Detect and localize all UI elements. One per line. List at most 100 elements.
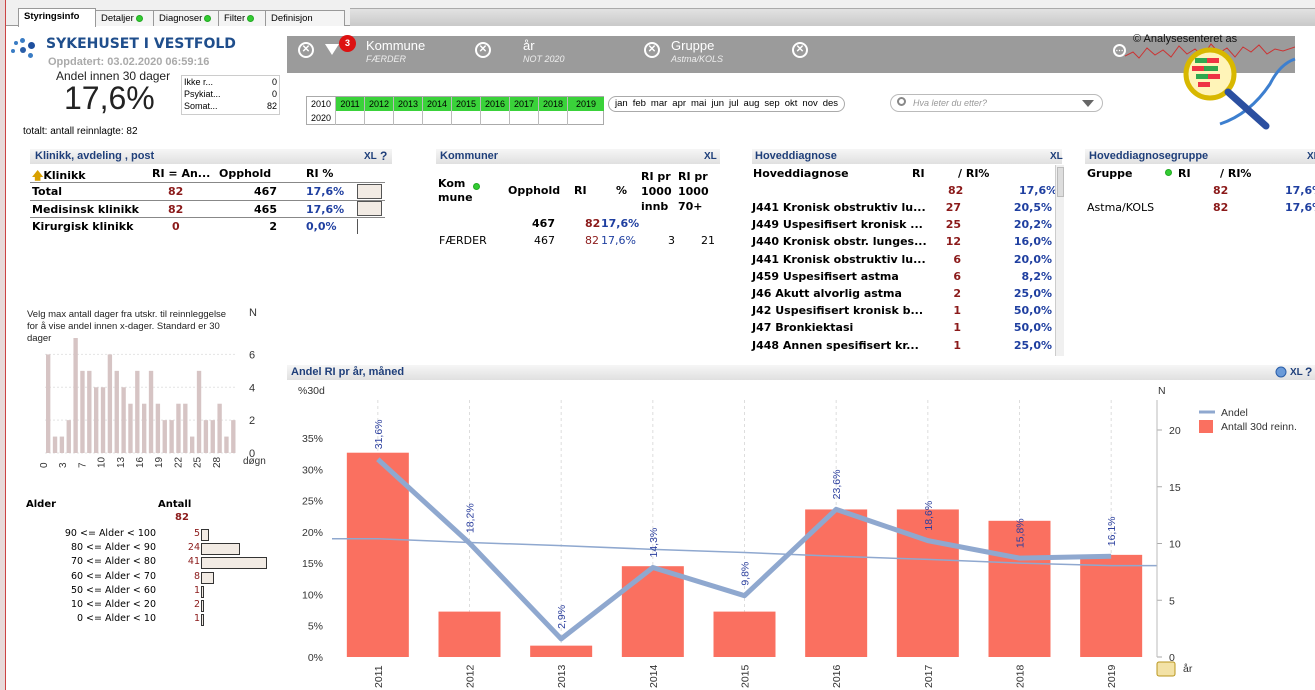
chart-export-xl[interactable]: XL <box>1290 367 1303 378</box>
clear-kommune-icon[interactable]: ✕ <box>475 42 491 58</box>
refresh-icon[interactable] <box>1275 366 1288 379</box>
kommuner-export-xl[interactable]: XL <box>704 151 717 162</box>
year-2012[interactable]: 2012 <box>365 97 394 111</box>
hoveddiagnose-row-name[interactable]: J441 Kronisk obstruktiv lu... <box>752 253 926 266</box>
kommuner-col-pr1000-70[interactable]: RI pr 1000 70+ <box>678 169 712 214</box>
kommuner-col-ri[interactable]: RI <box>574 184 587 197</box>
days-histogram[interactable]: N døgn 6420 0 3 7 10 13 16 19 22 25 28 <box>25 300 275 475</box>
year-2011[interactable]: 2011 <box>336 97 365 111</box>
year-2017[interactable]: 2017 <box>510 97 539 111</box>
kommuner-col-kommune[interactable]: Kom mune <box>438 177 473 205</box>
hoveddiagnose-row-name[interactable]: J46 Akutt alvorlig astma <box>752 287 902 300</box>
klinikk-export-xl[interactable]: XL <box>364 151 377 162</box>
klinikk-row-name[interactable]: Medisinsk klinikk <box>32 203 139 216</box>
month-sep[interactable]: sep <box>764 98 779 109</box>
hoveddiagnose-row-name[interactable]: J42 Uspesifisert kronisk b... <box>752 304 923 317</box>
histogram-bar[interactable] <box>142 403 147 453</box>
bar-antall-reinn[interactable] <box>346 452 409 657</box>
clear-ar-icon[interactable]: ✕ <box>644 42 660 58</box>
month-jun[interactable]: jun <box>711 98 724 109</box>
hoveddiagnose-scrollbar[interactable] <box>1055 165 1064 356</box>
tab-filter[interactable]: Filter <box>218 10 266 26</box>
kommuner-col-pct[interactable]: % <box>616 184 627 197</box>
kommuner-col-pr1000[interactable]: RI pr 1000 innb <box>641 169 675 214</box>
tab-diagnoser[interactable]: Diagnoser <box>153 10 219 26</box>
clear-gruppe-icon[interactable]: ✕ <box>792 42 808 58</box>
axis-dropdown-icon[interactable] <box>1156 661 1176 677</box>
andel-ri-chart[interactable]: 31,6% 18,2% 2,9% 14,3% 9,8% 23,6% 18,6% 15,8% 16… <box>287 380 1315 690</box>
hoveddiagnose-row-name[interactable]: J441 Kronisk obstruktiv lu... <box>752 201 926 214</box>
gruppe-export-xl[interactable]: XL <box>1307 151 1315 162</box>
klinikk-col-pct[interactable]: RI % <box>306 167 333 180</box>
search-input[interactable]: Hva leter du etter? <box>890 94 1103 112</box>
gruppe-col-pct[interactable]: / RI% <box>1220 167 1251 180</box>
bar-antall-reinn[interactable] <box>713 611 776 657</box>
alder-row-label[interactable]: 0 <= Alder < 10 <box>60 613 156 624</box>
bar-antall-reinn[interactable] <box>621 566 684 657</box>
histogram-bar[interactable] <box>59 436 65 453</box>
histogram-bar[interactable] <box>176 403 181 453</box>
year-2018[interactable]: 2018 <box>539 97 568 111</box>
legend-label-antall[interactable]: Antall 30d reinn. <box>1221 421 1297 433</box>
month-jul[interactable]: jul <box>729 98 739 109</box>
histogram-bar[interactable] <box>121 387 126 453</box>
histogram-bar[interactable] <box>94 387 99 453</box>
year-2020[interactable]: 2020 <box>307 111 336 125</box>
month-apr[interactable]: apr <box>672 98 686 109</box>
histogram-bar[interactable] <box>87 370 92 453</box>
klinikk-row-name[interactable]: Kirurgisk klinikk <box>32 220 133 233</box>
year-2015[interactable]: 2015 <box>452 97 481 111</box>
histogram-bar[interactable] <box>46 354 51 453</box>
bar-antall-reinn[interactable] <box>1080 554 1143 657</box>
histogram-bar[interactable] <box>217 403 222 453</box>
histogram-bar[interactable] <box>66 420 71 453</box>
tab-definisjon[interactable]: Definisjon <box>265 10 345 26</box>
hoveddiagnose-col-pct[interactable]: / RI% <box>958 167 989 180</box>
bar-antall-reinn[interactable] <box>438 611 501 657</box>
month-mai[interactable]: mai <box>691 98 706 109</box>
hoveddiagnose-col-name[interactable]: Hoveddiagnose <box>753 167 849 180</box>
tab-styringsinfo[interactable]: Styringsinfo <box>18 8 96 27</box>
histogram-bar[interactable] <box>135 370 140 453</box>
histogram-bar[interactable] <box>231 420 236 453</box>
hoveddiagnose-row-name[interactable]: J47 Bronkiektasi <box>752 321 853 334</box>
histogram-bar[interactable] <box>224 436 229 453</box>
month-feb[interactable]: feb <box>633 98 646 109</box>
month-okt[interactable]: okt <box>785 98 798 109</box>
tab-detaljer[interactable]: Detaljer <box>95 10 154 26</box>
histogram-bar[interactable] <box>183 403 188 453</box>
gruppe-col-name[interactable]: Gruppe <box>1087 167 1133 180</box>
klinikk-col-ri[interactable]: RI = An... <box>152 167 210 180</box>
klinikk-col-name[interactable]: 🡅Klinikk <box>32 167 86 186</box>
hoveddiagnose-row-name[interactable]: J459 Uspesifisert astma <box>752 270 899 283</box>
scroll-thumb[interactable] <box>1057 167 1064 197</box>
histogram-bar[interactable] <box>107 354 113 453</box>
histogram-bar[interactable] <box>52 436 58 453</box>
month-mar[interactable]: mar <box>651 98 667 109</box>
histogram-bar[interactable] <box>190 436 195 453</box>
hoveddiagnose-row-name[interactable]: J440 Kronisk obstr. lunges... <box>752 235 927 248</box>
hoveddiagnose-export-xl[interactable]: XL <box>1050 151 1063 162</box>
alder-row-label[interactable]: 10 <= Alder < 20 <box>60 599 156 610</box>
histogram-bar[interactable] <box>114 370 119 453</box>
hoveddiagnose-row-name[interactable]: J449 Uspesifisert kronisk ... <box>752 218 923 231</box>
histogram-bar[interactable] <box>100 387 106 453</box>
chart-help-icon[interactable]: ? <box>1305 365 1312 379</box>
histogram-bar[interactable] <box>169 420 174 453</box>
year-2016[interactable]: 2016 <box>481 97 510 111</box>
klinikk-row-name[interactable]: Total <box>32 185 62 198</box>
kommuner-col-opphold[interactable]: Opphold <box>508 184 560 197</box>
histogram-bar[interactable] <box>80 370 85 453</box>
histogram-bar[interactable] <box>148 370 154 453</box>
alder-row-label[interactable]: 50 <= Alder < 60 <box>60 585 156 596</box>
histogram-bar[interactable] <box>210 420 215 453</box>
alder-row-label[interactable]: 70 <= Alder < 80 <box>60 556 156 567</box>
month-des[interactable]: des <box>823 98 838 109</box>
month-nov[interactable]: nov <box>802 98 817 109</box>
clear-all-icon[interactable]: ✕ <box>298 42 314 58</box>
histogram-bar[interactable] <box>128 403 133 453</box>
histogram-bar[interactable] <box>155 403 161 453</box>
month-jan[interactable]: jan <box>615 98 628 109</box>
year-2014[interactable]: 2014 <box>423 97 452 111</box>
gruppe-row-name[interactable]: Astma/KOLS <box>1087 201 1154 214</box>
